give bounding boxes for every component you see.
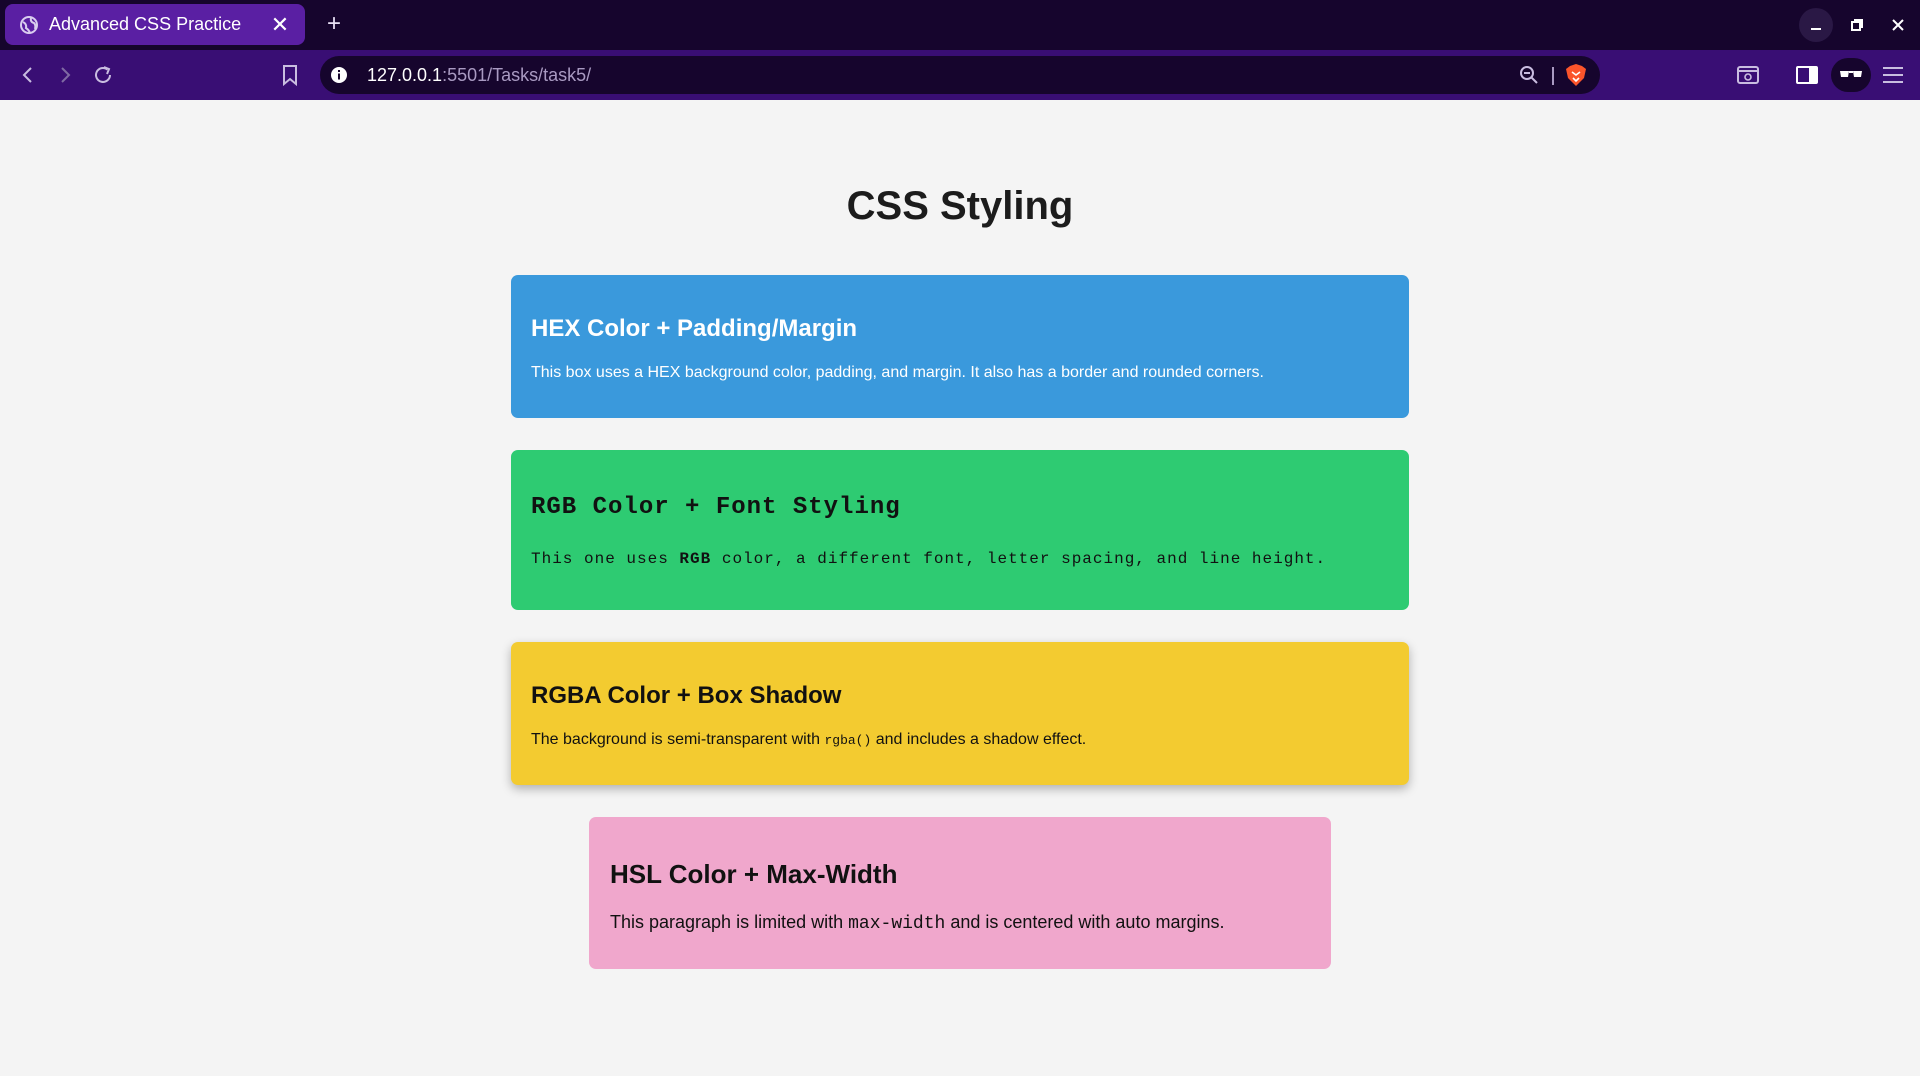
hsl-color-box: HSL Color + Max-Width This paragraph is … <box>589 817 1331 969</box>
hamburger-menu-icon <box>1883 67 1903 83</box>
box-text: This one uses RGB color, a different fon… <box>531 550 1326 568</box>
url-text[interactable]: 127.0.0.1:5501/Tasks/task5/ <box>367 56 591 94</box>
brave-lion-icon[interactable] <box>1565 63 1587 87</box>
zoom-out-icon[interactable] <box>1519 65 1539 85</box>
navigation-toolbar: 127.0.0.1:5501/Tasks/task5/ <box>0 50 1920 100</box>
vpn-button[interactable] <box>1831 58 1871 92</box>
text-segment: and is centered with auto margins. <box>945 912 1225 932</box>
sidebar-button[interactable] <box>1792 60 1822 90</box>
box-heading: HEX Color + Padding/Margin <box>531 315 858 342</box>
bookmark-button[interactable] <box>275 60 305 90</box>
capture-icon <box>1737 66 1759 84</box>
minimize-button[interactable] <box>1799 8 1833 42</box>
active-tab[interactable]: Advanced CSS Practice ✕ <box>5 4 305 45</box>
reload-button[interactable] <box>88 60 118 90</box>
hex-color-box: HEX Color + Padding/Margin This box uses… <box>511 275 1409 418</box>
rgb-color-box: RGB Color + Font Styling This one uses R… <box>511 450 1409 610</box>
box-text: This box uses a HEX background color, pa… <box>531 364 1264 381</box>
url-host: 127.0.0.1 <box>367 65 443 85</box>
text-segment: and includes a shadow effect. <box>871 731 1087 748</box>
glasses-icon <box>1840 71 1862 77</box>
address-bar[interactable]: 127.0.0.1:5501/Tasks/task5/ <box>320 56 1600 94</box>
box-heading: RGB Color + Font Styling <box>531 494 901 521</box>
box-heading: HSL Color + Max-Width <box>610 859 898 889</box>
text-segment: This paragraph is limited with <box>610 912 849 932</box>
page-viewport: CSS Styling HEX Color + Padding/Margin T… <box>0 100 1920 1076</box>
info-icon[interactable] <box>330 66 348 84</box>
forward-arrow-icon <box>61 67 71 83</box>
inline-code: max-width <box>848 914 946 934</box>
capture-button[interactable] <box>1733 60 1763 90</box>
bold-text: RGB <box>679 550 712 568</box>
box-text: This paragraph is limited with max-width… <box>610 912 1224 934</box>
inline-code: rgba() <box>824 733 872 748</box>
url-path: :5501/Tasks/task5/ <box>442 65 592 85</box>
box-heading: RGBA Color + Box Shadow <box>531 682 842 709</box>
close-icon <box>1892 19 1904 31</box>
minimize-icon <box>1811 28 1821 30</box>
box-text: The background is semi-transparent with … <box>531 731 1086 749</box>
url-divider <box>1552 67 1554 85</box>
forward-button[interactable] <box>50 60 80 90</box>
text-segment: color, a different font, letter spacing,… <box>711 550 1327 568</box>
back-button[interactable] <box>13 60 43 90</box>
rgba-color-box: RGBA Color + Box Shadow The background i… <box>511 642 1409 785</box>
close-tab-button[interactable]: ✕ <box>269 13 291 36</box>
tab-strip: Advanced CSS Practice ✕ + <box>0 0 1920 50</box>
restore-button[interactable] <box>1840 8 1874 42</box>
restore-icon <box>1851 19 1863 31</box>
tab-title: Advanced CSS Practice <box>49 14 242 34</box>
text-segment: This one uses <box>531 550 680 568</box>
close-window-button[interactable] <box>1881 8 1915 42</box>
text-segment: The background is semi-transparent with <box>531 731 825 748</box>
reload-icon <box>95 66 111 83</box>
menu-button[interactable] <box>1878 60 1908 90</box>
globe-icon <box>20 15 38 34</box>
bookmark-icon <box>283 65 297 86</box>
sidebar-icon <box>1796 66 1818 84</box>
page-title: CSS Styling <box>846 184 1074 228</box>
back-arrow-icon <box>22 67 32 83</box>
new-tab-button[interactable]: + <box>320 10 348 38</box>
